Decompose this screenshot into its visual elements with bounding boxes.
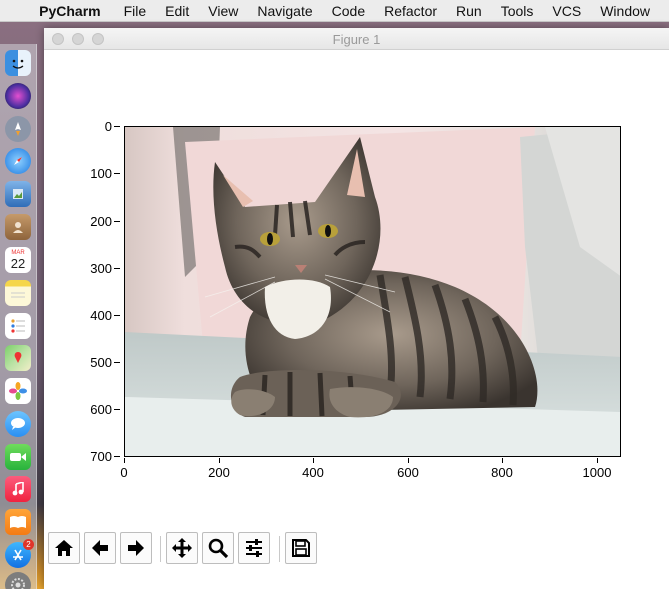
y-tick-label: 600 (90, 402, 112, 417)
x-tick (502, 458, 503, 463)
arrow-right-icon (128, 540, 144, 556)
x-tick-label: 0 (120, 465, 128, 480)
figure-window: Figure 1 0 100 200 300 400 500 600 700 0… (44, 28, 669, 589)
app-store-badge: 2 (23, 539, 34, 550)
system-preferences-icon[interactable] (5, 572, 31, 589)
y-tick-label: 200 (90, 214, 112, 229)
y-tick-label: 500 (90, 355, 112, 370)
toolbar-separator (160, 536, 161, 562)
zoom-rect-button[interactable] (202, 532, 234, 564)
y-tick-label: 0 (104, 119, 112, 134)
x-tick (124, 458, 125, 463)
y-tick (114, 221, 120, 222)
maps-icon[interactable] (5, 345, 31, 371)
window-titlebar[interactable]: Figure 1 (44, 28, 669, 50)
menu-window[interactable]: Window (600, 3, 650, 19)
calendar-icon[interactable]: MAR 22 (5, 247, 31, 273)
preview-icon[interactable] (5, 181, 31, 207)
save-button[interactable] (285, 532, 317, 564)
toolbar-separator (279, 536, 280, 562)
y-tick (114, 456, 120, 457)
music-icon[interactable] (5, 476, 31, 502)
y-tick (114, 173, 120, 174)
x-tick (408, 458, 409, 463)
siri-icon[interactable] (5, 83, 31, 109)
finder-icon[interactable] (5, 50, 31, 76)
menu-navigate[interactable]: Navigate (257, 3, 312, 19)
reminders-icon[interactable] (5, 313, 31, 339)
x-tick-label: 1000 (582, 465, 612, 480)
configure-subplots-button[interactable] (238, 532, 270, 564)
menu-tools[interactable]: Tools (501, 3, 534, 19)
x-tick (313, 458, 314, 463)
y-tick-label: 400 (90, 308, 112, 323)
menu-view[interactable]: View (208, 3, 238, 19)
calendar-day: 22 (10, 255, 26, 271)
y-tick-label: 700 (90, 449, 112, 464)
floppy-disk-icon (292, 539, 310, 557)
move-icon (172, 538, 192, 558)
sliders-icon (246, 539, 262, 557)
y-tick (114, 126, 120, 127)
x-tick-label: 400 (302, 465, 324, 480)
menu-file[interactable]: File (124, 3, 147, 19)
y-tick-label: 100 (90, 166, 112, 181)
x-tick-label: 800 (491, 465, 513, 480)
contacts-icon[interactable] (5, 214, 31, 240)
y-tick-label: 300 (90, 261, 112, 276)
x-tick (219, 458, 220, 463)
books-icon[interactable] (5, 509, 31, 535)
magnifier-icon (208, 538, 229, 559)
menu-code[interactable]: Code (332, 3, 365, 19)
pan-button[interactable] (166, 532, 198, 564)
plot-axes[interactable] (124, 126, 621, 457)
home-icon (55, 540, 73, 556)
menu-bar: PyCharm File Edit View Navigate Code Ref… (0, 0, 669, 22)
x-tick-label: 200 (208, 465, 230, 480)
safari-icon[interactable] (5, 148, 31, 174)
x-tick (597, 458, 598, 463)
menu-refactor[interactable]: Refactor (384, 3, 437, 19)
y-tick (114, 362, 120, 363)
app-store-icon[interactable]: 2 (5, 539, 34, 568)
messages-icon[interactable] (5, 411, 31, 437)
home-button[interactable] (48, 532, 80, 564)
menu-app-name[interactable]: PyCharm (39, 3, 100, 19)
launchpad-icon[interactable] (5, 116, 31, 142)
back-button[interactable] (84, 532, 116, 564)
y-tick (114, 268, 120, 269)
photos-icon[interactable] (5, 378, 31, 404)
y-tick (114, 315, 120, 316)
window-title: Figure 1 (332, 32, 381, 47)
arrow-left-icon (92, 540, 108, 556)
x-tick-label: 600 (397, 465, 419, 480)
y-tick (114, 409, 120, 410)
menu-run[interactable]: Run (456, 3, 482, 19)
forward-button[interactable] (120, 532, 152, 564)
facetime-icon[interactable] (5, 444, 31, 470)
notes-icon[interactable] (5, 280, 31, 306)
menu-vcs[interactable]: VCS (552, 3, 581, 19)
dock: MAR 22 2 (0, 44, 37, 589)
cat-photo (125, 127, 620, 456)
menu-edit[interactable]: Edit (165, 3, 189, 19)
